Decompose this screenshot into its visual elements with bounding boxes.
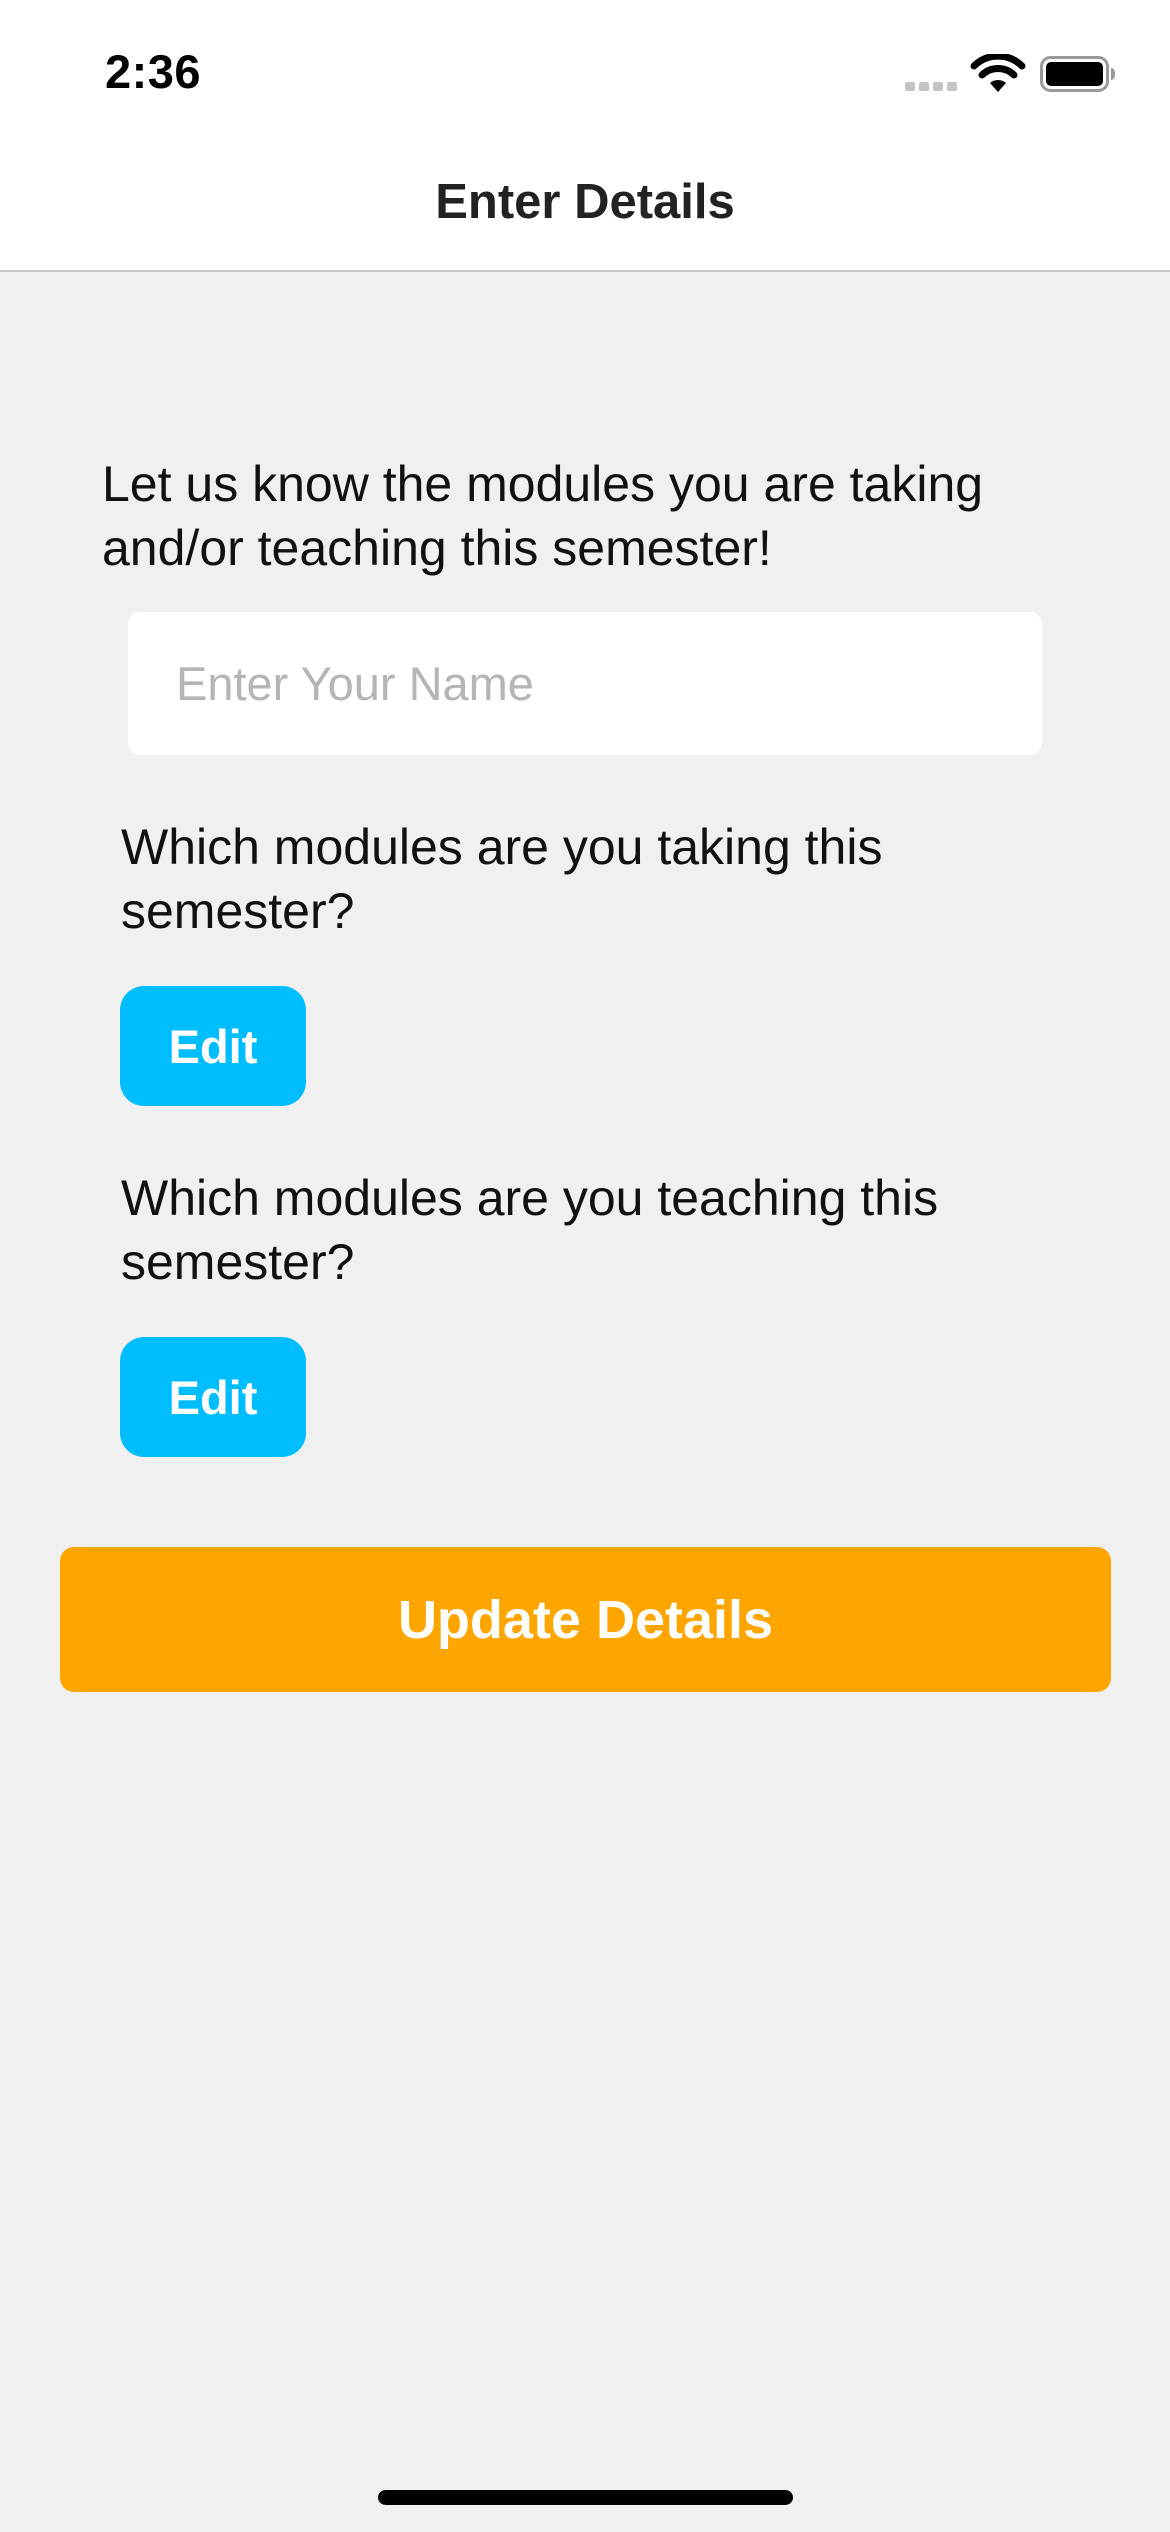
teaching-modules-question: Which modules are you teaching this seme… xyxy=(121,1170,939,1290)
page-title: Enter Details xyxy=(435,175,735,229)
update-details-button[interactable]: Update Details xyxy=(60,1547,1111,1692)
signal-icon xyxy=(905,82,957,91)
name-input[interactable] xyxy=(128,612,1042,755)
wifi-icon xyxy=(970,54,1026,92)
edit-teaching-modules-button[interactable]: Edit xyxy=(120,1337,306,1457)
taking-modules-question: Which modules are you taking this semest… xyxy=(121,819,883,939)
home-indicator[interactable] xyxy=(378,2490,793,2505)
status-bar: 2:36 xyxy=(0,0,1170,140)
navigation-bar: Enter Details xyxy=(0,140,1170,272)
battery-icon xyxy=(1040,56,1115,92)
intro-text: Let us know the modules you are taking a… xyxy=(102,456,984,576)
edit-taking-modules-button[interactable]: Edit xyxy=(120,986,306,1106)
status-time: 2:36 xyxy=(105,45,202,98)
